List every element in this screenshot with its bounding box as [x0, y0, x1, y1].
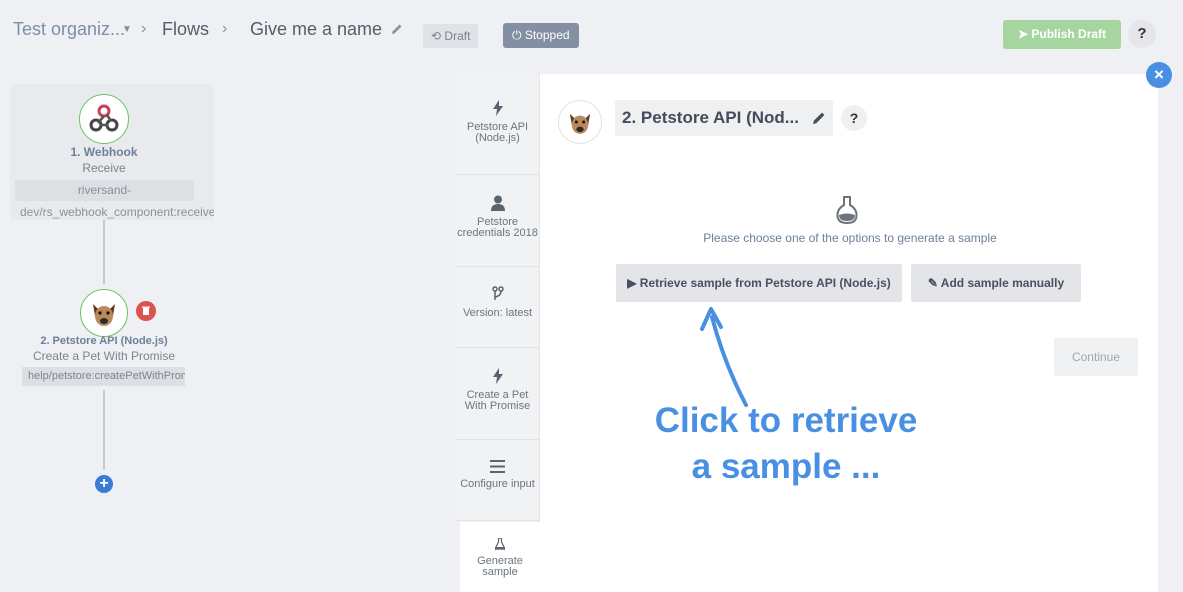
step-sidebar: Petstore API (Node.js) Petstore credenti…: [455, 74, 540, 592]
lightning-icon: [492, 100, 503, 116]
component-avatar: [558, 100, 602, 144]
step-tab-generate-sample[interactable]: Generate sample: [460, 522, 540, 592]
dog-avatar-icon: [569, 113, 591, 134]
user-icon: [490, 195, 505, 211]
node-path: riversand-: [77, 183, 132, 197]
trash-icon: [142, 306, 150, 315]
play-icon: ▶: [627, 276, 637, 290]
flow-name[interactable]: Give me a name: [250, 19, 382, 40]
add-sample-manually-button[interactable]: ✎ Add sample manually: [911, 264, 1081, 302]
chevron-down-icon[interactable]: ▼: [122, 24, 132, 35]
node-subtitle: Create a Pet With Promise: [32, 349, 176, 363]
status-badge[interactable]: ⏻ Stopped: [503, 23, 579, 48]
add-step-button[interactable]: +: [95, 475, 113, 493]
node-title[interactable]: 2. Petstore API (Node.js): [10, 335, 198, 347]
lightning-icon: [492, 368, 503, 384]
chevron-right-icon: ›: [222, 20, 228, 37]
pencil-icon[interactable]: [390, 22, 404, 36]
draft-badge[interactable]: ⟲ Draft: [423, 24, 479, 48]
pencil-icon[interactable]: [812, 111, 826, 125]
step-tab-action[interactable]: Create a Pet With Promise: [455, 348, 540, 440]
dog-avatar-icon: [84, 293, 124, 333]
top-bar: Test organiz... ▼ › Flows › Give me a na…: [0, 0, 1183, 66]
help-button[interactable]: ?: [1128, 20, 1156, 48]
paper-plane-icon: ➤: [1017, 27, 1029, 41]
node-subtitle: Receive: [82, 161, 126, 175]
step-tab-configure-input[interactable]: Configure input: [455, 440, 540, 521]
edit-icon: ✎: [927, 276, 938, 290]
chevron-right-icon: ›: [141, 20, 147, 37]
help-button[interactable]: ?: [841, 105, 867, 131]
webhook-icon: [89, 104, 119, 132]
continue-button[interactable]: Continue: [1054, 338, 1138, 376]
petstore-node[interactable]: [80, 289, 128, 337]
connector-line: [103, 390, 105, 470]
step-name-text: 2. Petstore API (Nod...: [622, 108, 799, 127]
node-path: help/petstore:createPetWithPromise: [22, 367, 185, 386]
flask-icon: [836, 196, 858, 224]
close-panel-button[interactable]: ×: [1146, 62, 1172, 88]
flask-icon: [495, 538, 505, 550]
power-icon: ⏻: [512, 28, 522, 42]
node-title[interactable]: 1. Webhook: [10, 145, 198, 159]
history-icon: ⟲: [431, 29, 442, 43]
step-tab-component[interactable]: Petstore API (Node.js): [455, 74, 540, 175]
breadcrumb-organization[interactable]: Test organiz...: [13, 19, 125, 40]
step-tab-credentials[interactable]: Petstore credentials 2018: [455, 175, 540, 267]
webhook-node[interactable]: [79, 94, 129, 144]
annotation-callout: Click to retrieve a sample ...: [654, 401, 918, 486]
connector-line: [103, 220, 105, 284]
step-config-panel: Petstore API (Node.js) Petstore credenti…: [455, 74, 1158, 592]
menu-icon: [490, 460, 505, 473]
delete-node-button[interactable]: [136, 301, 156, 321]
sample-prompt: Please choose one of the options to gene…: [703, 231, 997, 245]
retrieve-sample-button[interactable]: ▶ Retrieve sample from Petstore API (Nod…: [616, 264, 902, 302]
publish-draft-button[interactable]: ➤ Publish Draft: [1003, 20, 1121, 49]
step-tab-version[interactable]: Version: latest: [455, 267, 540, 348]
node-path-continued: dev/rs_webhook_component:receive: [20, 205, 214, 219]
breadcrumb-flows[interactable]: Flows: [162, 19, 209, 40]
branch-icon: [491, 286, 504, 300]
